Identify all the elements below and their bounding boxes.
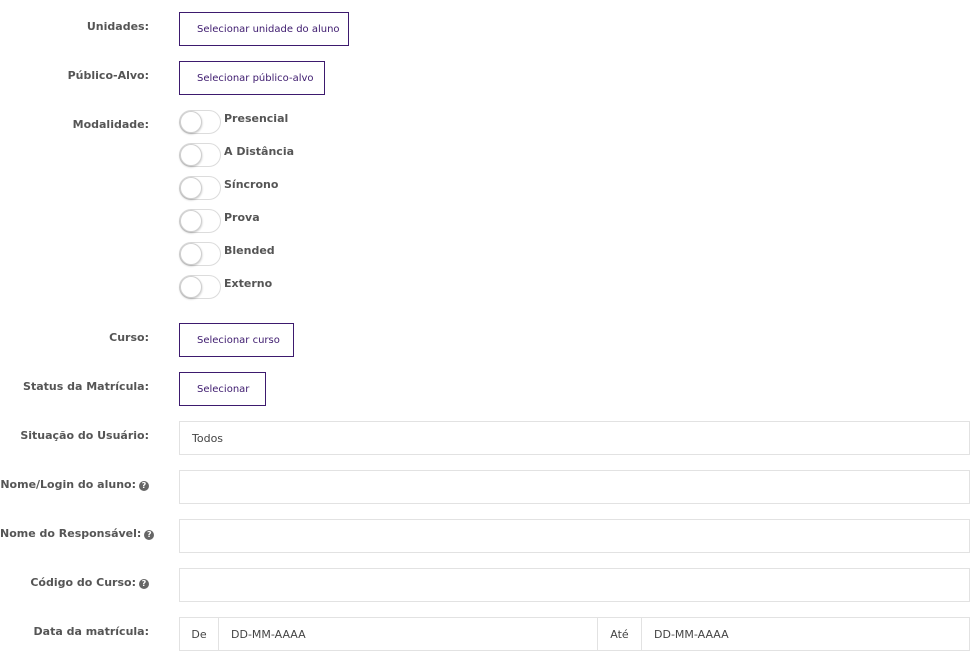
presencial-toggle[interactable] [179,110,221,134]
codigo-curso-label: Código do Curso:? [0,576,149,589]
nome-responsavel-label: Nome do Responsável:? [0,527,155,540]
help-icon[interactable]: ? [144,530,155,540]
prova-toggle[interactable] [179,209,221,233]
date-from-addon: De [179,617,219,651]
data-matricula-range: De Até [179,617,970,651]
a-distancia-label: A Distância [224,144,295,158]
date-to-input[interactable] [642,617,970,651]
modalidade-option-sincrono: Síncrono [179,176,278,200]
nome-responsavel-label-text: Nome do Responsável: [0,527,142,540]
blended-label: Blended [224,243,275,257]
toggle-knob [180,243,202,265]
help-icon[interactable]: ? [139,481,149,491]
toggle-knob [180,111,202,133]
curso-label: Curso: [109,331,149,344]
select-curso-button[interactable]: Selecionar curso [179,323,294,357]
unidades-label: Unidades: [86,20,149,33]
nome-login-input[interactable] [179,470,970,504]
status-matricula-label: Status da Matrícula: [23,380,149,393]
toggle-knob [180,144,202,166]
prova-label: Prova [224,210,260,224]
nome-responsavel-input[interactable] [179,519,970,553]
date-to-addon: Até [598,617,642,651]
codigo-curso-label-text: Código do Curso: [30,576,136,589]
toggle-knob [180,210,202,232]
select-publico-alvo-button[interactable]: Selecionar público-alvo [179,61,325,95]
modalidade-option-blended: Blended [179,242,275,266]
modalidade-option-externo: Externo [179,275,272,299]
modalidade-option-a-distancia: A Distância [179,143,294,167]
select-unidade-button[interactable]: Selecionar unidade do aluno [179,12,349,46]
toggle-knob [180,276,202,298]
externo-label: Externo [224,276,273,290]
externo-toggle[interactable] [179,275,221,299]
sincrono-toggle[interactable] [179,176,221,200]
modalidade-label: Modalidade: [72,118,149,131]
publico-alvo-label: Público-Alvo: [67,69,149,82]
modalidade-option-presencial: Presencial [179,110,288,134]
modalidade-option-prova: Prova [179,209,260,233]
a-distancia-toggle[interactable] [179,143,221,167]
situacao-usuario-label: Situação do Usuário: [20,429,149,442]
date-from-input[interactable] [219,617,598,651]
blended-toggle[interactable] [179,242,221,266]
sincrono-label: Síncrono [224,177,279,191]
presencial-label: Presencial [224,111,289,125]
toggle-knob [180,177,202,199]
situacao-usuario-select[interactable]: Todos [179,421,970,455]
help-icon[interactable]: ? [139,579,149,589]
codigo-curso-input[interactable] [179,568,970,602]
nome-login-label: Nome/Login do aluno:? [0,478,149,491]
situacao-usuario-value: Todos [192,431,224,445]
select-status-matricula-button[interactable]: Selecionar [179,372,266,406]
nome-login-label-text: Nome/Login do aluno: [0,478,136,491]
data-matricula-label: Data da matrícula: [33,625,149,638]
